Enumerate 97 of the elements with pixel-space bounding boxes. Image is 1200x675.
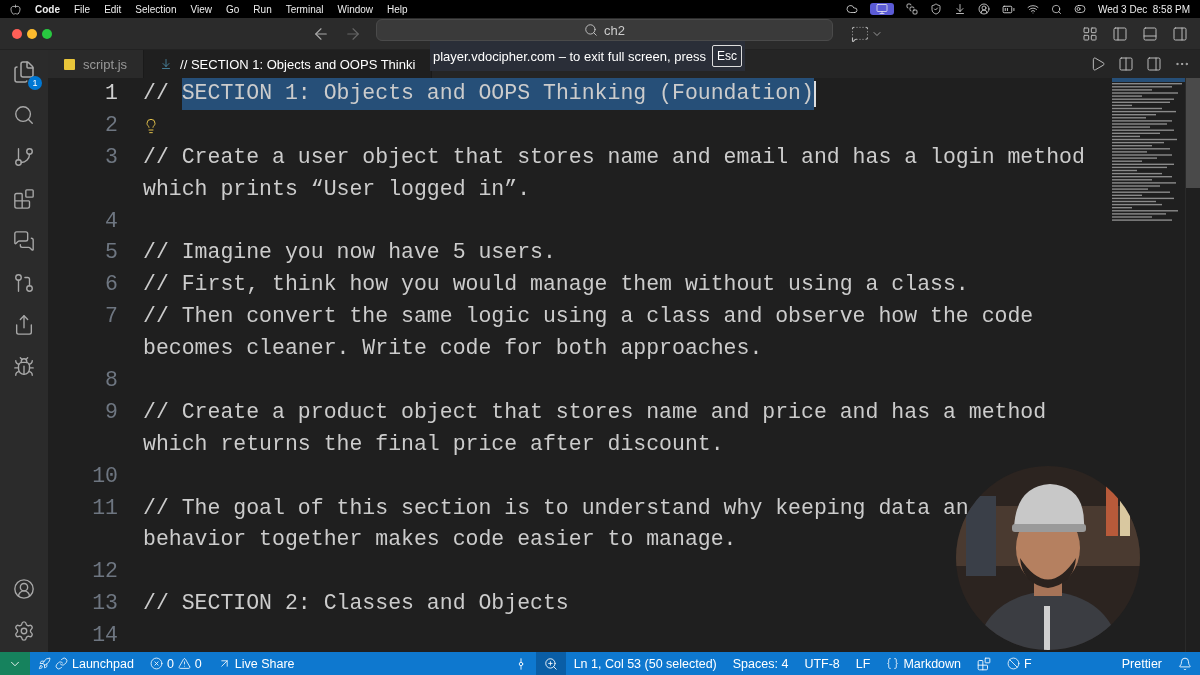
panel-right-icon	[1172, 25, 1188, 42]
clock: Wed 3 Dec 8:58 PM	[1097, 3, 1190, 15]
menu-item[interactable]: Help	[387, 3, 408, 15]
status-item[interactable]: UTF-8	[796, 652, 848, 675]
editor-tab[interactable]: // SECTION 1: Objects and OOPS Thinki	[144, 50, 433, 78]
search-icon	[13, 104, 35, 126]
cloud-icon	[845, 3, 858, 15]
menu-app-name[interactable]: Code	[35, 3, 60, 15]
code-text: which returns the final price after discount.	[143, 430, 724, 458]
menu-item[interactable]: Selection	[135, 3, 177, 15]
toggle-icon	[1073, 3, 1086, 15]
notice-text: player.vdocipher.com – to exit full screen, press	[432, 48, 707, 64]
maximize-button[interactable]	[42, 28, 52, 39]
language-item[interactable]: Markdown	[878, 652, 970, 675]
formatter-item[interactable]: F	[999, 652, 1040, 675]
code-text: //	[143, 80, 170, 107]
line-number: 1	[104, 80, 118, 107]
close-button[interactable]	[12, 28, 22, 39]
split-editor-icon	[1146, 56, 1162, 72]
search-icon	[584, 23, 598, 37]
code-text: // Create a user object that stores name and email and has a login method	[143, 143, 1085, 171]
menu-item[interactable]: File	[74, 3, 91, 15]
search-icon	[1050, 3, 1062, 15]
line-number: 5	[104, 239, 118, 267]
code-text: which prints “User logged in”.	[143, 175, 531, 203]
editor-tab[interactable]: script.js	[48, 50, 145, 78]
zoom-icon	[543, 656, 558, 671]
code-text: // Create a product object that stores name and price and has a method	[143, 398, 1047, 426]
line-number: 6	[104, 271, 118, 299]
extensions-icon	[13, 188, 35, 210]
status-item[interactable]: Ln 1, Col 53 (50 selected)	[565, 652, 725, 675]
menu-item[interactable]: Window	[337, 3, 374, 15]
notification-badge: 1	[28, 76, 42, 90]
line-number: 7	[104, 303, 118, 331]
layout-icon	[1082, 25, 1098, 42]
line-number: 8	[104, 367, 118, 394]
panel-bottom-icon	[1142, 25, 1158, 42]
chat-icon	[13, 230, 35, 252]
menu-item[interactable]: Edit	[104, 3, 122, 15]
monitor-icon	[875, 3, 888, 15]
status-item[interactable]: Prettier	[1113, 652, 1170, 675]
bell-icon	[1178, 656, 1192, 671]
code-text: // The goal of this section is to understand why keeping data an	[143, 494, 969, 522]
problems-item[interactable]: 0 0	[141, 652, 210, 675]
pull-request-icon	[13, 272, 35, 294]
code-text: // Then convert the same logic using a class and observe how the code	[143, 303, 1034, 331]
wifi-icon	[1026, 3, 1039, 15]
line-number: 12	[91, 558, 118, 586]
launchpad-item[interactable]: Launchpad	[30, 652, 142, 675]
download-icon	[953, 3, 966, 15]
menu-item[interactable]: Run	[253, 3, 272, 15]
braces-icon	[886, 657, 900, 670]
line-number: 14	[91, 622, 118, 650]
menu-item[interactable]: View	[190, 3, 212, 15]
code-text: becomes cleaner. Write code for both approaches.	[143, 335, 763, 363]
line-number: 10	[91, 462, 118, 490]
link-icon	[55, 657, 68, 670]
javascript-file-icon	[64, 58, 75, 70]
panel-left-icon	[1112, 25, 1128, 42]
files-icon	[12, 60, 36, 84]
line-number: 2	[104, 111, 118, 139]
block-icon	[1007, 657, 1021, 670]
code-text: // SECTION 2: Classes and Objects	[143, 590, 569, 618]
line-number: 13	[91, 590, 118, 618]
bug-icon	[13, 356, 35, 378]
rocket-icon	[38, 657, 51, 670]
chat-icon	[851, 24, 869, 43]
selected-code-text: SECTION 1: Objects and OOPS Thinking (Foundation)	[181, 78, 814, 110]
code-text: behavior together makes code easier to manage.	[143, 526, 737, 554]
share-icon	[13, 314, 35, 336]
tray-highlight[interactable]	[869, 3, 894, 15]
code-text: // First, think how you would manage them without using a class.	[143, 271, 969, 299]
line-number: 4	[104, 207, 118, 235]
preview-icon	[1118, 56, 1134, 72]
menu-item[interactable]: Terminal	[285, 3, 324, 15]
source-control-icon	[13, 146, 35, 168]
account-icon	[13, 578, 35, 600]
line-number: 9	[104, 398, 118, 426]
settings-icon	[13, 620, 35, 642]
line-number: 3	[104, 143, 118, 171]
search-field[interactable]: ch2	[376, 19, 833, 41]
status-item[interactable]: Spaces: 4	[724, 652, 797, 675]
warning-icon	[177, 657, 191, 670]
live-share-item[interactable]: Live Share	[209, 652, 303, 675]
status-item[interactable]: LF	[847, 652, 879, 675]
code-text: // Imagine you now have 5 users.	[143, 239, 556, 267]
user-icon	[977, 3, 990, 15]
apple-icon	[10, 3, 21, 15]
line-number: 11	[91, 494, 118, 522]
esc-key: Esc	[712, 45, 743, 67]
scrollbar-thumb[interactable]	[1186, 78, 1200, 188]
zoom-button[interactable]	[535, 652, 566, 675]
run-icon	[1090, 56, 1106, 72]
shield-icon	[929, 3, 942, 15]
minimize-button[interactable]	[27, 28, 37, 39]
error-icon	[149, 657, 163, 670]
menu-item[interactable]: Go	[226, 3, 240, 15]
